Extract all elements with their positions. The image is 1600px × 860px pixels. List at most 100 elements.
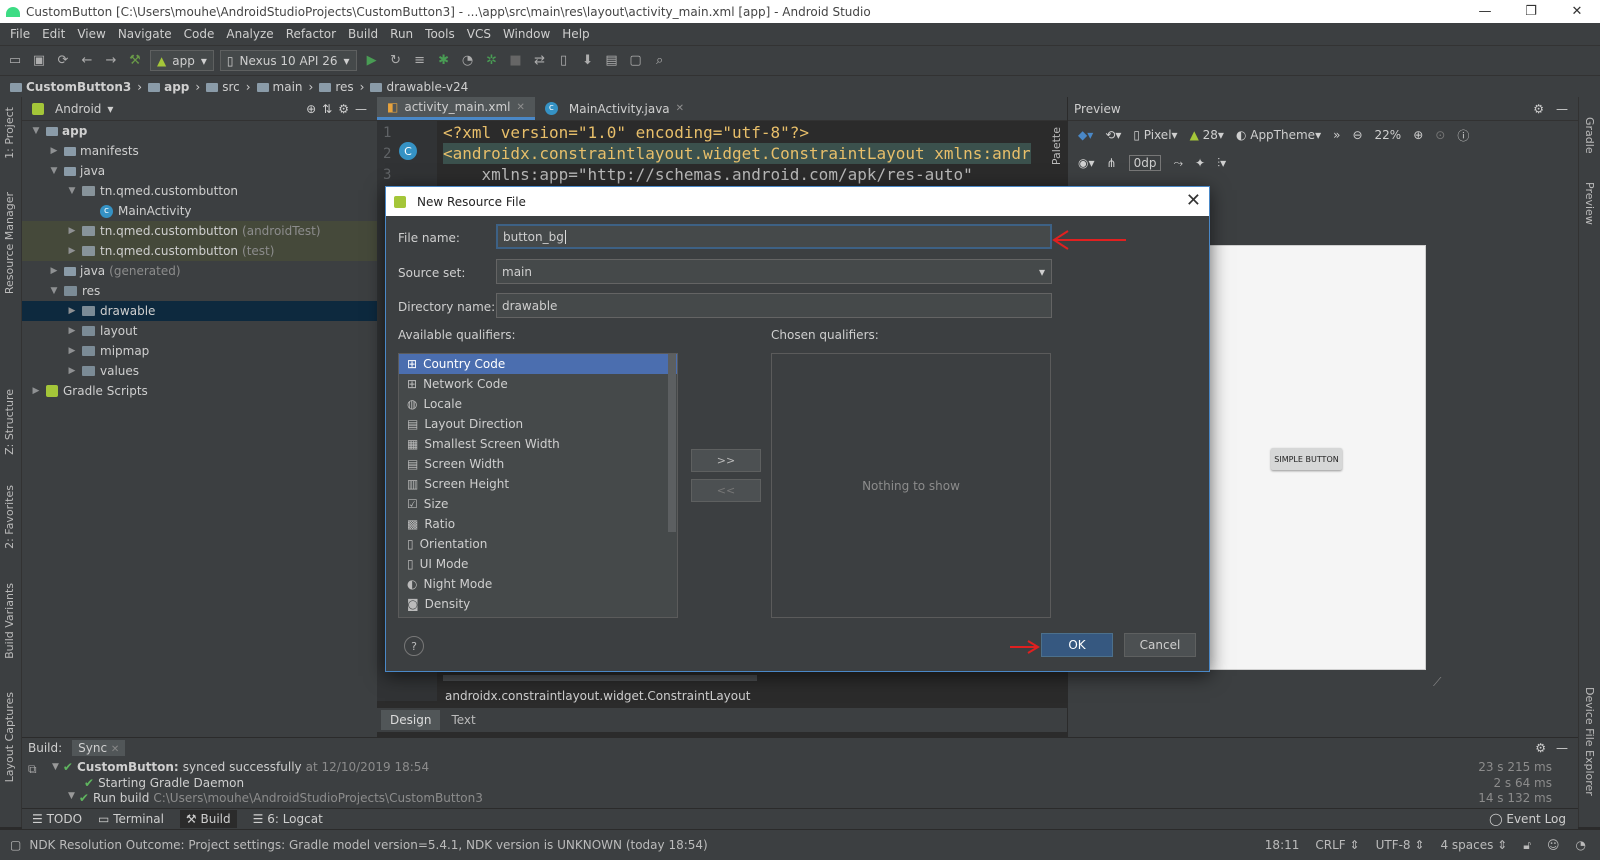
tab-sync[interactable]: Sync ✕: [72, 740, 126, 756]
tree-item[interactable]: ▼ tn.qmed.custombutton: [22, 181, 377, 201]
side-tab-project[interactable]: 1: Project: [3, 107, 16, 159]
stop-icon[interactable]: ■: [507, 52, 525, 70]
search-icon[interactable]: ⌕: [651, 52, 669, 70]
tree-item[interactable]: ▼ java: [22, 161, 377, 181]
breadcrumb-drawable-v24[interactable]: drawable-v24: [370, 80, 468, 94]
build-row[interactable]: ▼ ✔ Run build C:\Users\mouhe\AndroidStudi…: [52, 791, 1552, 805]
side-tab-resource-manager[interactable]: Resource Manager: [3, 192, 16, 294]
tab-activity-main[interactable]: ◧ activity_main.xml ✕: [377, 97, 535, 120]
breadcrumb-src[interactable]: src: [206, 80, 240, 94]
chevron-right-icon[interactable]: ▶: [66, 366, 78, 376]
menu-vcs[interactable]: VCS: [461, 27, 497, 41]
sync-icon[interactable]: ⟳: [54, 52, 72, 70]
layout-inspector-icon[interactable]: ▢: [627, 52, 645, 70]
default-margin[interactable]: 0dp: [1128, 155, 1162, 171]
apply-code-icon[interactable]: ≡: [411, 52, 429, 70]
gear-icon[interactable]: ⚙: [1535, 741, 1546, 755]
status-toggle-icon[interactable]: ▢: [10, 838, 21, 852]
toggle-view-icon[interactable]: ⧉: [28, 762, 37, 777]
tab-main-activity[interactable]: c MainActivity.java ✕: [535, 97, 694, 120]
qualifier-item[interactable]: ▤ Layout Direction: [399, 414, 677, 434]
tab-build[interactable]: ⚒ Build: [179, 810, 237, 828]
gear-icon[interactable]: ⚙: [338, 102, 349, 116]
side-tab-build-variants[interactable]: Build Variants: [3, 583, 16, 659]
open-folder-icon[interactable]: ▭: [6, 52, 24, 70]
restore-button[interactable]: ❐: [1508, 0, 1554, 23]
save-icon[interactable]: ▣: [30, 52, 48, 70]
build-row[interactable]: ▼ ✔ CustomButton: synced successfully at …: [52, 759, 1552, 775]
menu-code[interactable]: Code: [178, 27, 221, 41]
device-selector[interactable]: ▯ Pixel▾: [1133, 128, 1177, 142]
simple-button-preview[interactable]: SIMPLE BUTTON: [1271, 448, 1342, 470]
tab-terminal[interactable]: ▭ Terminal: [98, 812, 164, 826]
tree-item[interactable]: c MainActivity: [22, 201, 377, 221]
zoom-in-icon[interactable]: ⊕: [1413, 128, 1423, 142]
qualifier-item[interactable]: ▦ Smallest Screen Width: [399, 434, 677, 454]
close-icon[interactable]: ✕: [676, 103, 684, 114]
guidelines-icon[interactable]: ⫶▾: [1217, 156, 1226, 171]
hide-icon[interactable]: —: [1556, 741, 1568, 755]
tree-item[interactable]: ▼ app: [22, 121, 377, 141]
layers-icon[interactable]: ◆▾: [1078, 128, 1093, 142]
tab-design[interactable]: Design: [381, 710, 441, 730]
chevron-down-icon[interactable]: ▼: [48, 166, 60, 176]
list-scrollbar[interactable]: [668, 354, 676, 532]
qualifier-item[interactable]: ▤ Screen Width: [399, 454, 677, 474]
breadcrumb-project[interactable]: CustomButton3: [10, 80, 131, 94]
menu-run[interactable]: Run: [384, 27, 419, 41]
chevron-right-icon[interactable]: ▶: [30, 386, 42, 396]
chevron-right-icon[interactable]: ▶: [48, 146, 60, 156]
theme-selector[interactable]: ◐ AppTheme▾: [1236, 128, 1321, 142]
chevron-down-icon[interactable]: ▾: [107, 102, 113, 116]
qualifier-item[interactable]: ⊞ Network Code: [399, 374, 677, 394]
horizontal-scrollbar[interactable]: [443, 675, 757, 681]
chevron-right-icon[interactable]: ▶: [48, 266, 60, 276]
help-button[interactable]: ?: [404, 636, 424, 656]
debug-icon[interactable]: ✱: [435, 52, 453, 70]
minimize-button[interactable]: —: [1462, 0, 1508, 23]
close-window-button[interactable]: ✕: [1554, 0, 1600, 23]
menu-view[interactable]: View: [71, 27, 111, 41]
menu-analyze[interactable]: Analyze: [220, 27, 279, 41]
menu-edit[interactable]: Edit: [36, 27, 71, 41]
source-set-select[interactable]: main ▾: [496, 259, 1052, 284]
qualifier-item[interactable]: ◍ Locale: [399, 394, 677, 414]
device-preview-screen[interactable]: SIMPLE BUTTON: [1188, 245, 1426, 670]
side-tab-structure[interactable]: Z: Structure: [3, 389, 16, 455]
build-row[interactable]: ✔ Starting Gradle Daemon 2 s 64 ms: [52, 775, 1552, 791]
resize-handle-icon[interactable]: ⟋: [1433, 675, 1441, 690]
side-tab-preview[interactable]: Preview: [1583, 182, 1596, 225]
magnet-icon[interactable]: ⋔: [1107, 156, 1117, 170]
inspector-icon[interactable]: ☺: [1547, 838, 1560, 853]
tree-item[interactable]: ▶ values: [22, 361, 377, 381]
chosen-qualifiers-list[interactable]: Nothing to show: [771, 353, 1051, 618]
memory-icon[interactable]: ◔: [1576, 838, 1586, 853]
tab-logcat[interactable]: ☰ 6: Logcat: [253, 812, 323, 826]
tree-item[interactable]: ▶ manifests: [22, 141, 377, 161]
qualifier-item[interactable]: ▩ Ratio: [399, 514, 677, 534]
breadcrumb-app[interactable]: app: [148, 80, 189, 94]
qualifier-item[interactable]: ▥ Screen Height: [399, 474, 677, 494]
hide-icon[interactable]: —: [355, 102, 367, 116]
run-icon[interactable]: ▶: [363, 52, 381, 70]
project-structure-icon[interactable]: ▤: [603, 52, 621, 70]
close-icon[interactable]: ✕: [111, 744, 119, 755]
add-qualifier-button[interactable]: >>: [691, 449, 761, 472]
tree-item[interactable]: ▶ Gradle Scripts: [22, 381, 377, 401]
breadcrumb-res[interactable]: res: [319, 80, 354, 94]
palette-side-tab[interactable]: Palette: [1050, 127, 1063, 165]
tree-item[interactable]: ▶ drawable: [22, 301, 377, 321]
qualifier-item[interactable]: ▯ Orientation: [399, 534, 677, 554]
chevron-right-icon[interactable]: ▶: [66, 306, 78, 316]
locate-icon[interactable]: ⊕: [306, 102, 316, 116]
side-tab-favorites[interactable]: 2: Favorites: [3, 485, 16, 549]
menu-file[interactable]: File: [4, 27, 36, 41]
chevron-down-icon[interactable]: ▼: [66, 186, 78, 196]
back-arrow-icon[interactable]: ←: [78, 52, 96, 70]
status-message[interactable]: NDK Resolution Outcome: Project settings…: [29, 838, 707, 852]
chevron-right-icon[interactable]: ▶: [66, 346, 78, 356]
orientation-icon[interactable]: ⟲▾: [1105, 128, 1121, 142]
qualifier-item[interactable]: ☑ Size: [399, 494, 677, 514]
avd-manager-icon[interactable]: ▯: [555, 52, 573, 70]
qualifier-item[interactable]: ⊞ Country Code: [399, 354, 677, 374]
